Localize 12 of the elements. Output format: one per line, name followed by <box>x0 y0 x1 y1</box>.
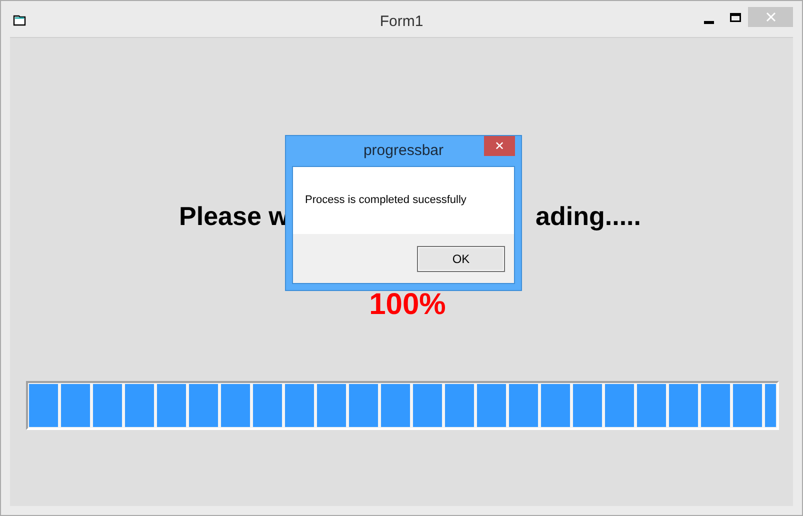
ok-button[interactable]: OK <box>417 246 505 272</box>
dialog-title: progressbar <box>363 140 444 161</box>
dialog-close-button[interactable]: ✕ <box>484 136 515 156</box>
window-title: Form1 <box>380 12 424 32</box>
percent-label: 100% <box>369 290 446 320</box>
heading-text: ading..... <box>536 200 641 232</box>
maximize-icon[interactable] <box>730 13 741 22</box>
close-button[interactable] <box>748 7 793 27</box>
minimize-icon[interactable] <box>704 21 714 24</box>
app-icon <box>13 14 27 26</box>
close-icon <box>766 12 776 22</box>
dialog-message: Process is completed sucessfully <box>305 193 466 208</box>
